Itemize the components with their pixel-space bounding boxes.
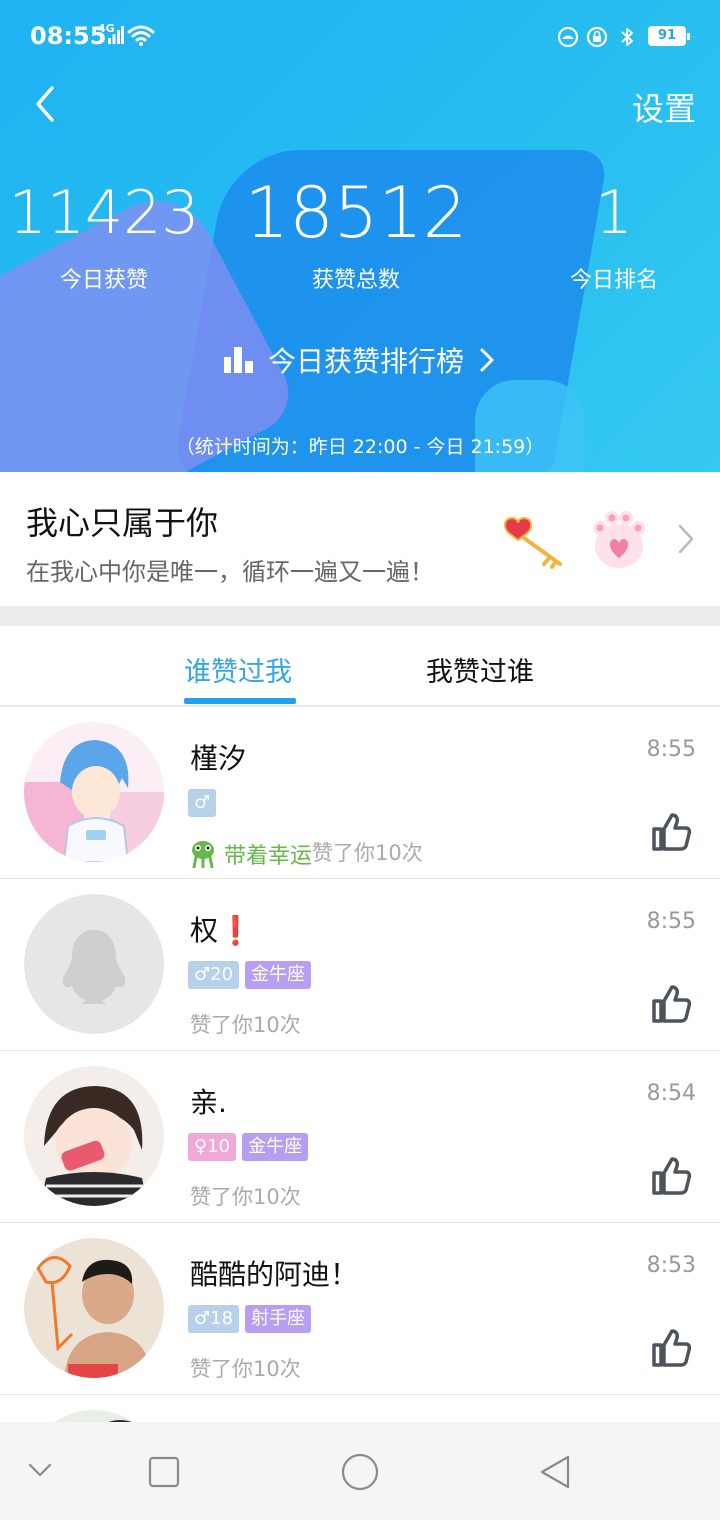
user-tags: ♂20 金牛座 xyxy=(188,961,317,989)
avatar[interactable] xyxy=(24,1238,164,1378)
zodiac-tag: 金牛座 xyxy=(242,1133,309,1161)
tab-who-liked-me[interactable]: 谁赞过我 xyxy=(184,650,292,689)
lock-rotation-icon xyxy=(586,26,608,48)
like-time: 8:55 xyxy=(646,909,696,934)
like-count-text: 赞了你10次 xyxy=(312,841,423,865)
bar-chart-icon xyxy=(223,347,253,373)
eye-comfort-icon xyxy=(557,26,579,48)
stat-value: 18512 xyxy=(244,172,468,254)
back-icon[interactable] xyxy=(28,84,68,124)
like-count-text: 赞了你10次 xyxy=(190,1013,301,1037)
like-count-line: 带着幸运赞了你10次 xyxy=(190,837,423,870)
user-tags: ♀10 金牛座 xyxy=(188,1133,314,1161)
user-tags: ♂ xyxy=(188,789,222,817)
nav-down-icon[interactable] xyxy=(28,1462,52,1478)
active-tab-indicator xyxy=(184,698,296,704)
settings-button[interactable]: 设置 xyxy=(632,84,696,130)
nav-back-triangle-icon[interactable] xyxy=(538,1454,572,1490)
tab-bar: 谁赞过我 我赞过谁 xyxy=(0,626,720,706)
list-item[interactable]: 槿汐 8:55 ♂ 带着幸运赞了你10次 xyxy=(0,707,720,879)
system-nav-bar xyxy=(0,1422,720,1520)
frog-icon xyxy=(192,841,214,868)
user-name: 亲. xyxy=(190,1086,227,1119)
tab-who-i-liked[interactable]: 我赞过谁 xyxy=(426,650,534,689)
total-likes-stat: 18512 获赞总数 xyxy=(236,178,476,294)
gender-age-tag: ♂18 xyxy=(188,1305,240,1333)
theme-banner[interactable]: 我心只属于你 在我心中你是唯一，循环一遍又一遍！ xyxy=(0,472,720,606)
today-likes-stat: 11423 今日获赞 xyxy=(0,178,224,294)
likes-list: 槿汐 8:55 ♂ 带着幸运赞了你10次 权❗ 8:55 ♂20 金牛座 赞了你… xyxy=(0,707,720,1435)
nav-circle-icon[interactable] xyxy=(340,1452,380,1492)
today-rank-stat: 1 今日排名 xyxy=(494,178,720,294)
stat-label: 获赞总数 xyxy=(311,268,400,293)
bluetooth-icon xyxy=(621,28,633,46)
like-time: 8:55 xyxy=(646,737,696,762)
thumbs-up-icon[interactable] xyxy=(650,1327,692,1369)
header: 08:55 4G 91 设置 11423 今日获赞 18512 获赞总数 1 今… xyxy=(0,0,720,472)
wifi-icon xyxy=(127,25,155,46)
key-icon xyxy=(504,516,562,569)
banner-title: 我心只属于你 xyxy=(26,504,219,542)
signal-icon xyxy=(108,26,124,44)
chevron-right-icon xyxy=(480,348,494,372)
thumbs-up-icon[interactable] xyxy=(650,1155,692,1197)
stat-value: 11423 xyxy=(8,178,200,248)
avatar[interactable] xyxy=(24,1066,164,1206)
paw-icon xyxy=(593,511,645,568)
stat-value: 1 xyxy=(594,178,634,248)
user-tags: ♂18 射手座 xyxy=(188,1305,317,1333)
status-bar: 08:55 4G 91 xyxy=(0,0,720,70)
gender-age-tag: ♂20 xyxy=(188,961,240,989)
avatar[interactable] xyxy=(24,894,164,1034)
like-count-text: 赞了你10次 xyxy=(190,1185,301,1209)
stat-label: 今日排名 xyxy=(569,268,658,293)
leaderboard-label: 今日获赞排行榜 xyxy=(267,345,464,378)
like-count-text: 赞了你10次 xyxy=(190,1357,301,1381)
thumbs-up-icon[interactable] xyxy=(650,983,692,1025)
stat-label: 今日获赞 xyxy=(59,268,148,293)
like-time: 8:53 xyxy=(646,1253,696,1278)
gender-age-tag: ♀10 xyxy=(188,1133,237,1161)
thumbs-up-icon[interactable] xyxy=(650,811,692,853)
zodiac-tag: 金牛座 xyxy=(245,961,312,989)
zodiac-tag: 射手座 xyxy=(245,1305,312,1333)
luck-label: 带着幸运 xyxy=(224,844,313,869)
gender-tag: ♂ xyxy=(188,789,217,817)
battery-indicator: 91 xyxy=(648,26,690,46)
status-time: 08:55 xyxy=(30,22,107,50)
user-name: 酷酷的阿迪！ xyxy=(190,1258,359,1291)
leaderboard-link[interactable]: 今日获赞排行榜 xyxy=(0,340,720,380)
list-item[interactable]: 亲. 8:54 ♀10 金牛座 赞了你10次 xyxy=(0,1051,720,1223)
user-name: 槿汐 xyxy=(190,742,247,775)
stat-period-note: （统计时间为：昨日 22:00 - 今日 21:59） xyxy=(175,436,545,458)
nav-square-icon[interactable] xyxy=(148,1456,180,1488)
user-name: 权❗ xyxy=(190,914,253,947)
avatar[interactable] xyxy=(24,722,164,862)
chevron-right-icon xyxy=(678,524,694,554)
like-time: 8:54 xyxy=(646,1081,696,1106)
list-item[interactable]: 权❗ 8:55 ♂20 金牛座 赞了你10次 xyxy=(0,879,720,1051)
banner-subtitle: 在我心中你是唯一，循环一遍又一遍！ xyxy=(26,558,434,586)
list-item[interactable]: 酷酷的阿迪！ 8:53 ♂18 射手座 赞了你10次 xyxy=(0,1223,720,1395)
